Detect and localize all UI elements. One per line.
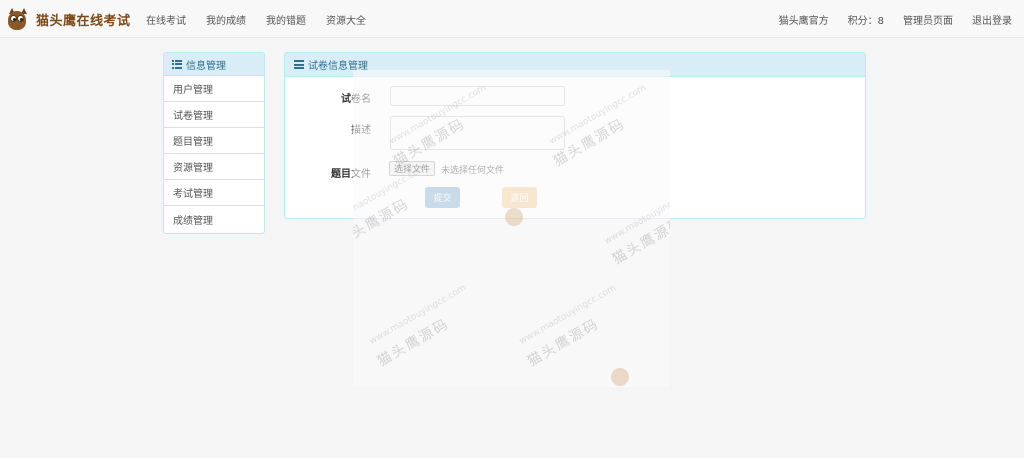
sidebar-header: 信息管理 (164, 53, 264, 76)
user-nav: 猫头鹰官方 积分：8 管理员页面 退出登录 (760, 0, 1012, 38)
watermark-text: 猫头鹰源码 (609, 213, 670, 268)
description-textarea[interactable] (390, 116, 565, 150)
menu-icon (294, 60, 304, 69)
submit-button[interactable]: 提交 (425, 187, 460, 208)
paper-info-panel: 试卷信息管理 (284, 52, 866, 219)
nav-admin-page[interactable]: 管理员页面 (903, 12, 953, 27)
question-file-label: 题目文件 (331, 169, 371, 180)
nav-my-mistakes[interactable]: 我的错题 (266, 12, 306, 27)
watermark-text: 猫头鹰源码 (374, 315, 453, 370)
list-icon (172, 59, 182, 69)
watermark-owl-icon (611, 368, 629, 386)
brand[interactable]: 猫头鹰在线考试 (6, 6, 131, 32)
description-label: 描述 (351, 125, 371, 136)
sidebar: 信息管理 用户管理 试卷管理 题目管理 资源管理 考试管理 成绩管理 (163, 52, 265, 234)
watermark-url: www.maotouyingcc.com (517, 283, 619, 347)
choose-file-button[interactable]: 选择文件 (389, 161, 436, 176)
sidebar-item-users[interactable]: 用户管理 (164, 76, 264, 102)
sidebar-item-questions[interactable]: 题目管理 (164, 128, 264, 154)
top-navbar: 猫头鹰在线考试 在线考试 我的成绩 我的错题 资源大全 猫头鹰官方 积分：8 管… (0, 0, 1024, 38)
nav-my-scores[interactable]: 我的成绩 (206, 12, 246, 27)
owl-logo-icon (6, 7, 28, 31)
watermark-text: 猫头鹰源码 (524, 315, 603, 370)
nav-online-exam[interactable]: 在线考试 (146, 12, 186, 27)
back-button[interactable]: 返回 (502, 187, 537, 208)
nav-points: 积分：8 (847, 15, 884, 27)
nav-resources[interactable]: 资源大全 (326, 12, 366, 27)
brand-name[interactable]: 猫头鹰在线考试 (36, 10, 131, 29)
sidebar-item-scores[interactable]: 成绩管理 (164, 206, 264, 232)
panel-title: 试卷信息管理 (308, 61, 368, 72)
sidebar-title: 信息管理 (186, 60, 226, 72)
sidebar-item-papers[interactable]: 试卷管理 (164, 102, 264, 128)
paper-name-input[interactable] (390, 86, 565, 106)
watermark-url: www.maotouyingcc.com (367, 283, 469, 347)
no-file-text: 未选择任何文件 (441, 166, 505, 176)
sidebar-item-exams[interactable]: 考试管理 (164, 180, 264, 206)
nav-logout[interactable]: 退出登录 (972, 12, 1012, 27)
main-nav: 在线考试 我的成绩 我的错题 资源大全 (146, 0, 386, 38)
sidebar-item-resources[interactable]: 资源管理 (164, 154, 264, 180)
panel-header: 试卷信息管理 (285, 53, 865, 77)
paper-name-label: 试卷名 (341, 94, 371, 105)
nav-username[interactable]: 猫头鹰官方 (779, 12, 829, 27)
